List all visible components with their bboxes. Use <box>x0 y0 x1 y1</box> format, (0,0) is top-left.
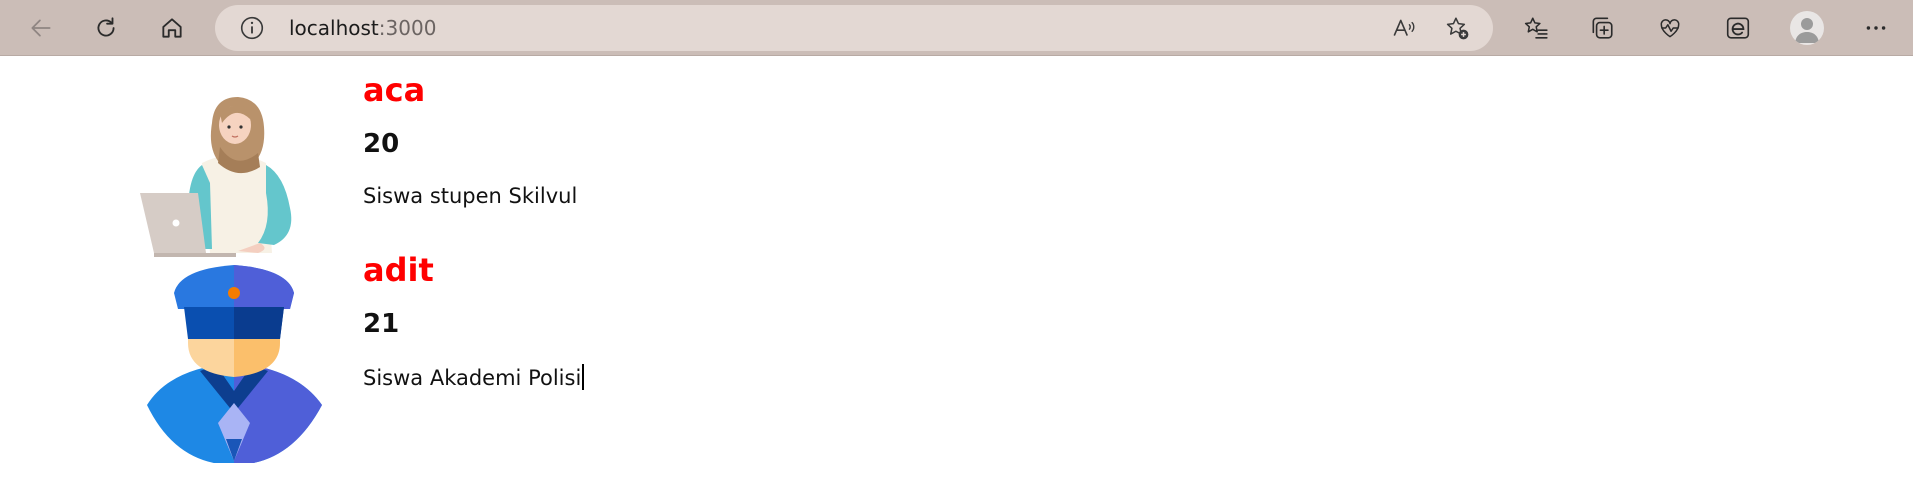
browser-toolbar: localhost:3000 <box>0 0 1913 56</box>
address-bar[interactable]: localhost:3000 <box>215 5 1493 51</box>
favorites-icon <box>1524 17 1548 39</box>
profile-icon <box>1795 18 1819 43</box>
profile-button[interactable] <box>1790 11 1824 45</box>
url-host: localhost <box>289 16 379 40</box>
read-aloud-icon[interactable] <box>1391 15 1417 41</box>
student-age: 20 <box>363 129 400 159</box>
url-port: :3000 <box>378 16 437 40</box>
add-favorite-icon[interactable] <box>1444 15 1470 41</box>
url-text[interactable]: localhost:3000 <box>289 5 436 51</box>
student-name: adit <box>363 251 434 289</box>
student-age: 21 <box>363 309 400 339</box>
student-card: aca 20 Siswa stupen Skilvul <box>140 71 740 283</box>
health-icon <box>1660 19 1680 38</box>
student-card: adit 21 Siswa Akademi Polisi <box>140 251 740 463</box>
refresh-button[interactable] <box>86 8 126 48</box>
more-icon <box>1866 26 1886 30</box>
police-officer-illustration <box>147 265 322 463</box>
student-description: Siswa stupen Skilvul <box>363 184 578 208</box>
student-description-wrapper: Siswa Akademi Polisi <box>363 364 585 390</box>
extension-icon <box>1726 17 1750 39</box>
site-info-icon[interactable] <box>239 15 265 41</box>
browser-essentials-button[interactable] <box>1650 8 1690 48</box>
student-description: Siswa Akademi Polisi <box>363 366 582 390</box>
more-button[interactable] <box>1856 8 1896 48</box>
student-name: aca <box>363 71 426 109</box>
home-button[interactable] <box>152 8 192 48</box>
hijab-woman-laptop-illustration <box>140 97 292 257</box>
favorites-button[interactable] <box>1516 8 1556 48</box>
home-icon <box>162 18 182 38</box>
back-button[interactable] <box>21 8 61 48</box>
collections-button[interactable] <box>1582 8 1622 48</box>
back-icon <box>31 19 51 37</box>
ie-mode-button[interactable] <box>1718 8 1758 48</box>
collections-icon <box>1592 17 1613 39</box>
text-caret <box>582 364 585 390</box>
refresh-icon <box>97 17 115 37</box>
